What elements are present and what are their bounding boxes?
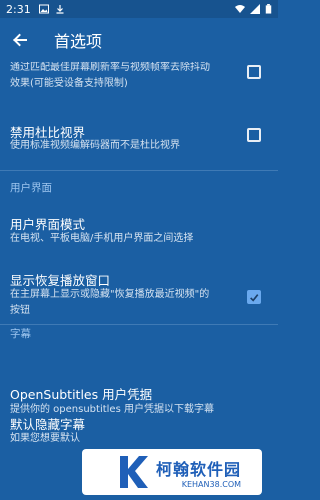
pref-summary-line: 在电视、平板电脑/手机用户界面之间选择 [10,233,194,244]
divider [0,324,278,325]
wifi-icon [235,5,245,13]
refresh-rate-checkbox[interactable] [247,65,261,79]
pref-summary-line: 效果(可能受设备支持限制) [10,78,128,89]
status-bar: 2:31 [0,0,278,18]
disable-dolby-vision-checkbox[interactable] [247,128,261,142]
pref-refresh-rate[interactable]: 通过匹配最佳屏幕刷新率与视频帧率去除抖动 效果(可能受设备支持限制) [0,62,278,110]
image-icon [38,4,49,14]
app-bar: 首选项 [0,18,278,62]
pref-show-resume-window[interactable]: 显示恢复播放窗口 在主屏幕上显示或隐藏"恢复播放最近视频"的 按钮 [0,258,278,324]
check-icon [250,293,259,302]
pref-title: OpenSubtitles 用户凭据 [10,387,153,402]
pref-disable-dolby-vision[interactable]: 禁用杜比视界 使用标准视频编解码器而不是杜比视界 [0,110,278,166]
watermark: 柯翰软件园 KEHAN38.COM [82,449,262,495]
k-logo-icon [120,456,148,488]
pref-ui-mode[interactable]: 用户界面模式 在电视、平板电脑/手机用户界面之间选择 [0,202,278,254]
watermark-sub-text: KEHAN38.COM [181,479,242,489]
status-time: 2:31 [6,2,31,16]
show-resume-window-checkbox[interactable] [247,290,261,304]
download-icon [56,5,64,14]
back-button[interactable] [0,18,40,62]
pref-summary-line: 如果您想要默认 [10,433,80,444]
status-icons-right [235,4,272,14]
pref-summary-line: 通过匹配最佳屏幕刷新率与视频帧率去除抖动 [10,62,210,73]
watermark-main-text: 柯翰软件园 [156,459,242,479]
divider [0,170,278,171]
status-icons-left [38,4,65,14]
preferences-list[interactable]: 通过匹配最佳屏幕刷新率与视频帧率去除抖动 效果(可能受设备支持限制) 禁用杜比视… [0,62,278,500]
watermark-text: 柯翰软件园 KEHAN38.COM [156,456,241,489]
section-header-ui: 用户界面 [10,182,52,194]
signal-icon [250,4,260,14]
back-arrow-icon [13,33,27,47]
page-title: 首选项 [54,32,103,51]
pref-summary-line: 使用标准视频编解码器而不是杜比视界 [10,140,180,151]
section-header-subtitles: 字幕 [10,328,31,340]
pref-summary-line: 在主屏幕上显示或隐藏"恢复播放最近视频"的 [10,289,210,300]
pref-summary-line: 按钮 [10,305,30,316]
battery-icon [265,4,272,14]
